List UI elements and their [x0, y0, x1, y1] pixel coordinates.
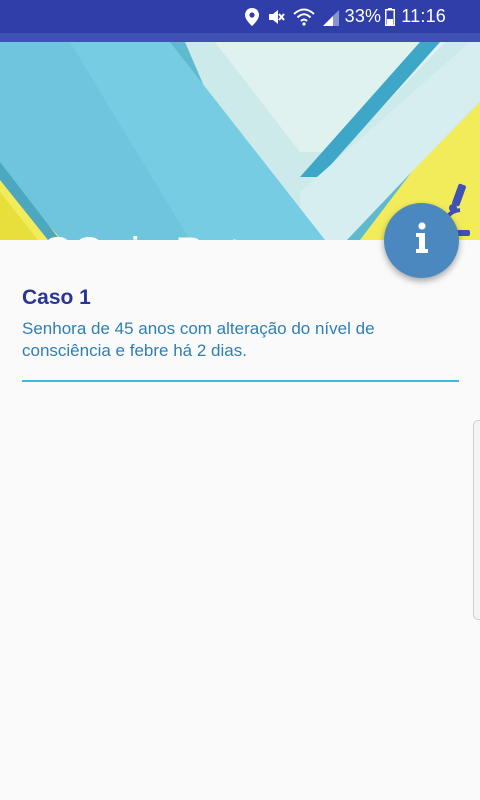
case-list-item[interactable]: Caso 1 Senhora de 45 anos com alteração …: [22, 284, 459, 362]
case-description: Senhora de 45 anos com alteração do níve…: [22, 319, 375, 360]
battery-icon: [385, 7, 396, 26]
case-divider: [22, 380, 459, 382]
info-icon: [414, 222, 430, 259]
location-icon: [244, 7, 259, 26]
mute-icon: [267, 8, 285, 26]
app-bar-strip: [0, 33, 480, 42]
edge-panel-handle[interactable]: [473, 420, 480, 620]
signal-icon: [322, 8, 339, 26]
clock: 11:16: [401, 6, 446, 26]
app-title: SQuiz Pato: [43, 228, 266, 240]
info-button[interactable]: [384, 203, 459, 278]
case-title: Caso 1: [22, 286, 91, 309]
status-bar: 33% 11:16: [0, 0, 480, 33]
wifi-icon: [292, 8, 315, 26]
battery-percent: 33%: [344, 6, 382, 26]
